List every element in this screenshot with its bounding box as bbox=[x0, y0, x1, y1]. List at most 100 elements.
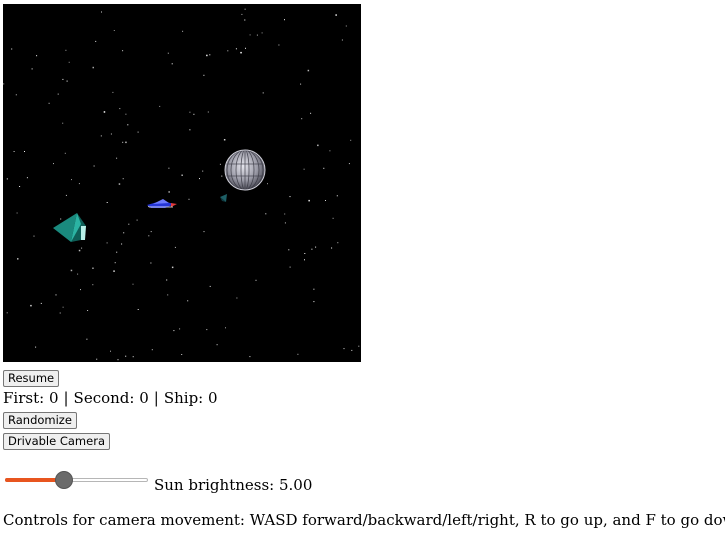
separator: | bbox=[63, 389, 69, 407]
star bbox=[261, 32, 263, 34]
star bbox=[303, 168, 305, 170]
star bbox=[116, 157, 118, 159]
sun-brightness-slider[interactable] bbox=[5, 471, 149, 489]
star bbox=[95, 40, 97, 42]
star bbox=[278, 44, 280, 46]
star bbox=[171, 266, 174, 269]
star bbox=[345, 25, 347, 27]
star bbox=[343, 348, 345, 350]
star bbox=[315, 246, 317, 248]
star bbox=[227, 50, 229, 52]
star bbox=[26, 177, 28, 179]
star bbox=[262, 92, 264, 94]
star bbox=[151, 349, 153, 351]
star bbox=[86, 338, 88, 340]
3d-viewport[interactable] bbox=[3, 4, 361, 362]
star bbox=[249, 356, 251, 358]
star bbox=[341, 39, 343, 41]
star bbox=[122, 178, 124, 180]
star bbox=[127, 124, 129, 126]
star bbox=[300, 83, 302, 85]
star bbox=[313, 301, 315, 303]
star bbox=[100, 135, 102, 137]
star bbox=[125, 141, 127, 144]
star bbox=[53, 163, 54, 165]
star bbox=[40, 302, 42, 304]
star bbox=[114, 262, 116, 264]
star bbox=[267, 183, 268, 185]
drivable-camera-button[interactable]: Drivable Camera bbox=[3, 433, 110, 450]
star bbox=[331, 247, 333, 249]
star bbox=[249, 34, 251, 36]
star bbox=[329, 150, 331, 152]
star bbox=[92, 267, 94, 269]
second-score: 0 bbox=[139, 389, 149, 407]
star bbox=[240, 51, 242, 54]
star bbox=[168, 191, 170, 193]
camera-controls-instructions: Controls for camera movement: WASD forwa… bbox=[3, 511, 725, 529]
star bbox=[92, 284, 94, 286]
ship-label: Ship: bbox=[163, 389, 204, 407]
star bbox=[244, 19, 246, 21]
star bbox=[256, 34, 258, 36]
star bbox=[174, 246, 176, 248]
star bbox=[203, 231, 205, 233]
star bbox=[112, 91, 114, 93]
star bbox=[16, 212, 18, 214]
star bbox=[116, 251, 118, 253]
star bbox=[62, 306, 64, 308]
star bbox=[193, 113, 195, 115]
star bbox=[17, 258, 19, 260]
star bbox=[106, 202, 108, 203]
star bbox=[189, 129, 191, 131]
star bbox=[117, 359, 119, 361]
star bbox=[167, 52, 169, 54]
star bbox=[137, 131, 139, 133]
star bbox=[110, 350, 111, 352]
star bbox=[202, 170, 204, 172]
star bbox=[209, 54, 211, 56]
star bbox=[187, 300, 189, 302]
star bbox=[80, 289, 81, 291]
star bbox=[181, 354, 183, 355]
star bbox=[245, 47, 246, 49]
star bbox=[209, 285, 211, 287]
star bbox=[284, 222, 286, 224]
star bbox=[128, 223, 130, 225]
star bbox=[119, 108, 121, 110]
star bbox=[59, 312, 61, 314]
star bbox=[57, 93, 59, 95]
slider-thumb[interactable] bbox=[55, 471, 73, 489]
star bbox=[122, 50, 124, 52]
star bbox=[64, 152, 66, 154]
star bbox=[189, 111, 191, 113]
star bbox=[148, 235, 150, 237]
star bbox=[337, 242, 339, 244]
star bbox=[87, 310, 89, 311]
star bbox=[216, 344, 218, 346]
star bbox=[236, 297, 238, 299]
star bbox=[304, 253, 306, 254]
ship-score: 0 bbox=[208, 389, 218, 407]
star bbox=[106, 242, 108, 244]
second-label: Second: bbox=[73, 389, 135, 407]
star bbox=[68, 61, 70, 63]
star bbox=[301, 118, 303, 120]
star bbox=[19, 186, 21, 187]
star bbox=[332, 217, 334, 219]
star bbox=[136, 219, 138, 221]
star bbox=[225, 327, 226, 329]
star bbox=[223, 139, 226, 141]
star bbox=[323, 167, 325, 169]
star bbox=[123, 232, 125, 234]
star bbox=[96, 358, 98, 360]
star bbox=[168, 167, 170, 169]
star bbox=[235, 48, 237, 50]
star bbox=[62, 122, 64, 124]
randomize-button[interactable]: Randomize bbox=[3, 412, 77, 429]
star bbox=[182, 30, 184, 32]
resume-button[interactable]: Resume bbox=[3, 370, 60, 387]
star bbox=[310, 112, 312, 114]
star bbox=[308, 199, 310, 202]
star bbox=[78, 183, 80, 185]
